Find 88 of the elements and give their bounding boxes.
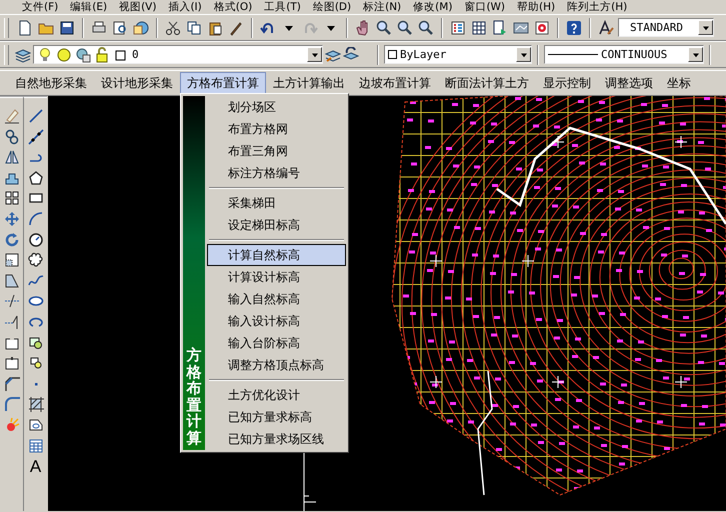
paste-icon[interactable] (207, 20, 223, 36)
menu-item[interactable]: 已知方量求标高 (207, 406, 346, 428)
menu-item[interactable]: 设计地形采集 (94, 72, 180, 94)
menu-item[interactable]: 输入设计标高 (207, 310, 346, 332)
scissors-icon[interactable] (165, 20, 181, 36)
menu-item[interactable]: 计算设计标高 (207, 266, 346, 288)
menu-item[interactable]: 修改(M) (407, 0, 458, 14)
chamfer-icon[interactable] (4, 376, 20, 392)
menu-item[interactable]: 帮助(H) (511, 0, 562, 14)
menu-item[interactable]: 阵列土方(H) (561, 0, 634, 14)
printer-icon[interactable] (91, 20, 107, 36)
table-icon[interactable] (28, 438, 44, 454)
bulb-icon (37, 46, 53, 62)
menu-item[interactable]: 断面法计算土方 (438, 72, 536, 94)
scale-icon[interactable] (4, 252, 20, 268)
menu-item[interactable]: 计算自然标高 (207, 244, 346, 266)
break-at-point-icon[interactable] (4, 355, 20, 372)
eraser-icon[interactable] (4, 108, 20, 124)
menu-item[interactable]: 自然地形采集 (8, 72, 94, 94)
text-style-icon[interactable] (598, 20, 614, 36)
lock-icon (94, 46, 110, 62)
menu-item[interactable]: 调整方格顶点标高 (207, 354, 346, 376)
line-icon[interactable] (28, 108, 44, 124)
sheet-icon[interactable] (492, 20, 508, 36)
menu-item[interactable]: 采集梯田 (207, 192, 346, 214)
menu-item[interactable]: 调整选项 (598, 72, 660, 94)
menu-item[interactable]: 已知方量求场区线 (207, 428, 346, 450)
insert-block-icon[interactable] (28, 334, 44, 351)
menu-item[interactable]: 土方优化设计 (207, 384, 346, 406)
menu-item[interactable]: 工具(T) (258, 0, 307, 14)
layers-icon[interactable] (15, 46, 31, 62)
menu-item[interactable]: 绘图(D) (306, 0, 358, 14)
grid-icon[interactable] (471, 20, 487, 36)
properties-icon[interactable] (450, 20, 466, 36)
save-icon[interactable] (59, 20, 75, 36)
menu-item[interactable]: 坐标 (660, 72, 698, 94)
menu-item[interactable]: 划分场区 (207, 96, 346, 118)
menu-item[interactable]: 编辑(E) (64, 0, 114, 14)
menu-item[interactable]: 土方计算输出 (266, 72, 352, 94)
arc-icon[interactable] (28, 210, 44, 227)
publish-icon[interactable] (133, 20, 149, 36)
color-dropdown[interactable]: ByLayer (384, 45, 532, 64)
preview-icon[interactable] (112, 20, 128, 36)
linetype-dropdown[interactable]: CONTINUOUS (544, 45, 704, 64)
menu-item[interactable]: 布置三角网 (207, 140, 346, 162)
menu-item[interactable]: 输入台阶标高 (207, 332, 346, 354)
menu-item[interactable]: 显示控制 (536, 72, 598, 94)
hatch-icon[interactable] (28, 396, 44, 412)
menu-item[interactable]: 标注方格编号 (207, 162, 346, 184)
zoom-icon[interactable] (397, 20, 413, 36)
menu-item[interactable]: 设定梯田标高 (207, 214, 346, 236)
new-file-icon[interactable] (17, 20, 33, 36)
text-style-dropdown[interactable]: STANDARD (618, 18, 714, 37)
pentagon-icon[interactable] (28, 170, 44, 186)
sun-icon (56, 46, 72, 62)
mirror-icon[interactable] (4, 149, 20, 166)
menu-item[interactable]: 文件(F) (16, 0, 64, 14)
text-tool-button[interactable]: A (30, 458, 42, 476)
copy-icon[interactable] (186, 20, 202, 36)
construction-line-icon[interactable] (28, 128, 44, 145)
zoom-icon[interactable] (418, 20, 434, 36)
help-icon[interactable] (566, 20, 582, 36)
make-block-icon[interactable] (28, 355, 44, 372)
menu-item[interactable]: 输入自然标高 (207, 288, 346, 310)
menu-item[interactable]: 方格布置计算 (180, 72, 266, 94)
menu-item[interactable]: 窗口(W) (458, 0, 512, 14)
cloud-icon[interactable] (28, 252, 44, 268)
menu-item[interactable]: 格式(O) (208, 0, 258, 14)
circle-icon[interactable] (28, 232, 44, 248)
menu-side-title: 方格布置计算 (186, 347, 202, 446)
menu-item[interactable]: 布置方格网 (207, 118, 346, 140)
extend-icon[interactable] (4, 314, 20, 330)
layer-dropdown[interactable]: 0 (33, 45, 323, 64)
stretch-icon[interactable] (4, 272, 20, 289)
array-icon[interactable] (4, 190, 20, 206)
rotate-icon[interactable] (4, 232, 20, 248)
menu-item[interactable]: 插入(I) (162, 0, 208, 14)
menu-item[interactable]: 视图(V) (113, 0, 162, 14)
zoom-icon[interactable] (376, 20, 392, 36)
copy-object-icon[interactable] (4, 128, 20, 145)
move-icon[interactable] (4, 210, 20, 227)
region-icon[interactable] (28, 416, 44, 433)
markup-icon[interactable] (513, 20, 529, 36)
trim-icon[interactable] (4, 293, 20, 310)
menu-item[interactable]: 标注(N) (357, 0, 408, 14)
layer-match-icon[interactable] (343, 46, 359, 62)
menu-item[interactable]: 边坡布置计算 (352, 72, 438, 94)
fillet-icon[interactable] (4, 396, 20, 412)
